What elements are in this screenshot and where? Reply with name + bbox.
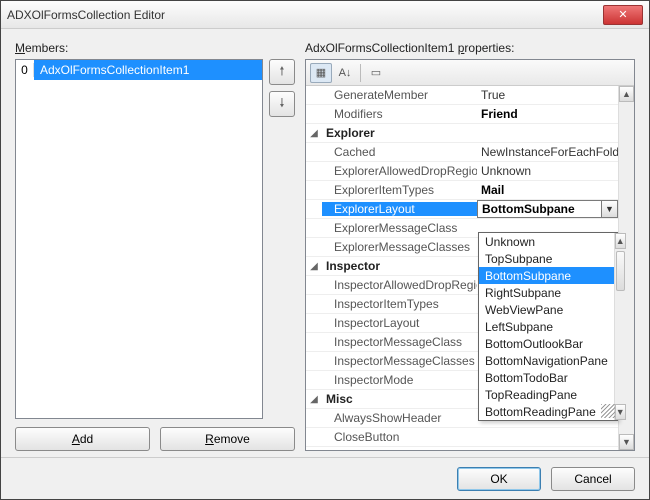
property-value: NewInstanceForEachFolder: [477, 145, 618, 159]
content-area: Members: 0 AdxOlFormsCollectionItem1 🠕 🠗…: [1, 29, 649, 457]
propgrid-toolbar: ▦ A↓ ▭: [306, 60, 634, 86]
property-name: Cached: [322, 145, 477, 159]
property-name: Modifiers: [322, 107, 477, 121]
titlebar[interactable]: ADXOlFormsCollection Editor ✕: [1, 1, 649, 29]
dialog-window: ADXOlFormsCollection Editor ✕ Members: 0…: [0, 0, 650, 500]
expand-icon[interactable]: ◢: [306, 394, 322, 405]
property-name: GenerateMember: [322, 88, 477, 102]
list-index: 0: [16, 63, 34, 77]
property-name: InspectorItemTypes: [322, 297, 477, 311]
property-name: InspectorAllowedDropRegions: [322, 278, 477, 292]
dropdown-option[interactable]: TopSubpane: [479, 250, 614, 267]
property-row[interactable]: ExplorerLayoutBottomSubpane▼: [306, 200, 618, 219]
property-name: ExplorerMessageClasses: [322, 240, 477, 254]
property-name: Misc: [322, 392, 477, 406]
dropdown-option[interactable]: TopReadingPane: [479, 386, 614, 403]
scroll-up-icon[interactable]: ▲: [615, 233, 626, 249]
property-value: Mail: [477, 183, 618, 197]
list-item[interactable]: 0 AdxOlFormsCollectionItem1: [16, 60, 262, 80]
property-value: Unknown: [477, 164, 618, 178]
dropdown-option[interactable]: LeftSubpane: [479, 318, 614, 335]
scroll-up-icon[interactable]: ▲: [619, 86, 634, 102]
property-row[interactable]: ExplorerAllowedDropRegionsUnknown: [306, 162, 618, 181]
dropdown-option[interactable]: BottomOutlookBar: [479, 335, 614, 352]
expand-icon[interactable]: ◢: [306, 261, 322, 272]
expand-icon[interactable]: ◢: [306, 128, 322, 139]
property-name: InspectorLayout: [322, 316, 477, 330]
dropdown-option[interactable]: RightSubpane: [479, 284, 614, 301]
property-name: ExplorerAllowedDropRegions: [322, 164, 477, 178]
property-row[interactable]: CloseButton: [306, 428, 618, 447]
scroll-down-icon[interactable]: ▼: [615, 404, 626, 420]
property-name: Inspector: [322, 259, 477, 273]
dropdown-option[interactable]: Unknown: [479, 233, 614, 250]
close-button[interactable]: ✕: [603, 5, 643, 25]
dropdown-option[interactable]: BottomReadingPane: [479, 403, 614, 420]
property-name: ExplorerLayout: [322, 202, 477, 216]
toolbar-separator: [360, 64, 361, 82]
property-name: ExplorerItemTypes: [322, 183, 477, 197]
members-listbox[interactable]: 0 AdxOlFormsCollectionItem1: [15, 59, 263, 419]
ok-button[interactable]: OK: [457, 467, 541, 491]
add-button[interactable]: Add: [15, 427, 150, 451]
cancel-button[interactable]: Cancel: [551, 467, 635, 491]
scrollbar-thumb[interactable]: [616, 251, 625, 291]
move-down-button[interactable]: 🠗: [269, 91, 295, 117]
members-column: Members: 0 AdxOlFormsCollectionItem1 🠕 🠗…: [15, 41, 295, 451]
dropdown-list[interactable]: UnknownTopSubpaneBottomSubpaneRightSubpa…: [478, 232, 618, 421]
dialog-footer: OK Cancel: [1, 457, 649, 499]
dropdown-button[interactable]: ▼: [601, 201, 617, 217]
property-pages-icon[interactable]: ▭: [365, 63, 387, 83]
property-value: True: [477, 88, 618, 102]
property-name: ExplorerMessageClass: [322, 221, 477, 235]
dropdown-option[interactable]: BottomSubpane: [479, 267, 614, 284]
list-selected-label: AdxOlFormsCollectionItem1: [34, 60, 262, 80]
properties-column: AdxOlFormsCollectionItem1 properties: ▦ …: [305, 41, 635, 451]
dropdown-option[interactable]: WebViewPane: [479, 301, 614, 318]
property-name: InspectorMessageClass: [322, 335, 477, 349]
properties-label: AdxOlFormsCollectionItem1 properties:: [305, 41, 635, 55]
property-name: InspectorMessageClasses: [322, 354, 477, 368]
property-row[interactable]: ExplorerItemTypesMail: [306, 181, 618, 200]
dropdown-option[interactable]: BottomTodoBar: [479, 369, 614, 386]
property-value[interactable]: BottomSubpane▼: [477, 200, 618, 218]
members-label: Members:: [15, 41, 295, 55]
alphabetical-icon[interactable]: A↓: [334, 63, 356, 83]
resize-grip-icon[interactable]: [601, 404, 615, 418]
scroll-down-icon[interactable]: ▼: [619, 434, 634, 450]
dropdown-option[interactable]: BottomNavigationPane: [479, 352, 614, 369]
dropdown-scrollbar[interactable]: ▲ ▼: [614, 233, 626, 420]
property-value: Friend: [477, 107, 618, 121]
property-row[interactable]: CachedNewInstanceForEachFolder: [306, 143, 618, 162]
categorized-icon[interactable]: ▦: [310, 63, 332, 83]
move-up-button[interactable]: 🠕: [269, 59, 295, 85]
property-row[interactable]: GenerateMemberTrue: [306, 86, 618, 105]
property-row[interactable]: ModifiersFriend: [306, 105, 618, 124]
remove-button[interactable]: Remove: [160, 427, 295, 451]
property-name: AlwaysShowHeader: [322, 411, 477, 425]
property-name: InspectorMode: [322, 373, 477, 387]
property-name: CloseButton: [322, 430, 477, 444]
category-row[interactable]: ◢Explorer: [306, 124, 618, 143]
window-title: ADXOlFormsCollection Editor: [7, 8, 603, 22]
property-grid[interactable]: ▦ A↓ ▭ GenerateMemberTrueModifiersFriend…: [305, 59, 635, 451]
property-name: Explorer: [322, 126, 477, 140]
